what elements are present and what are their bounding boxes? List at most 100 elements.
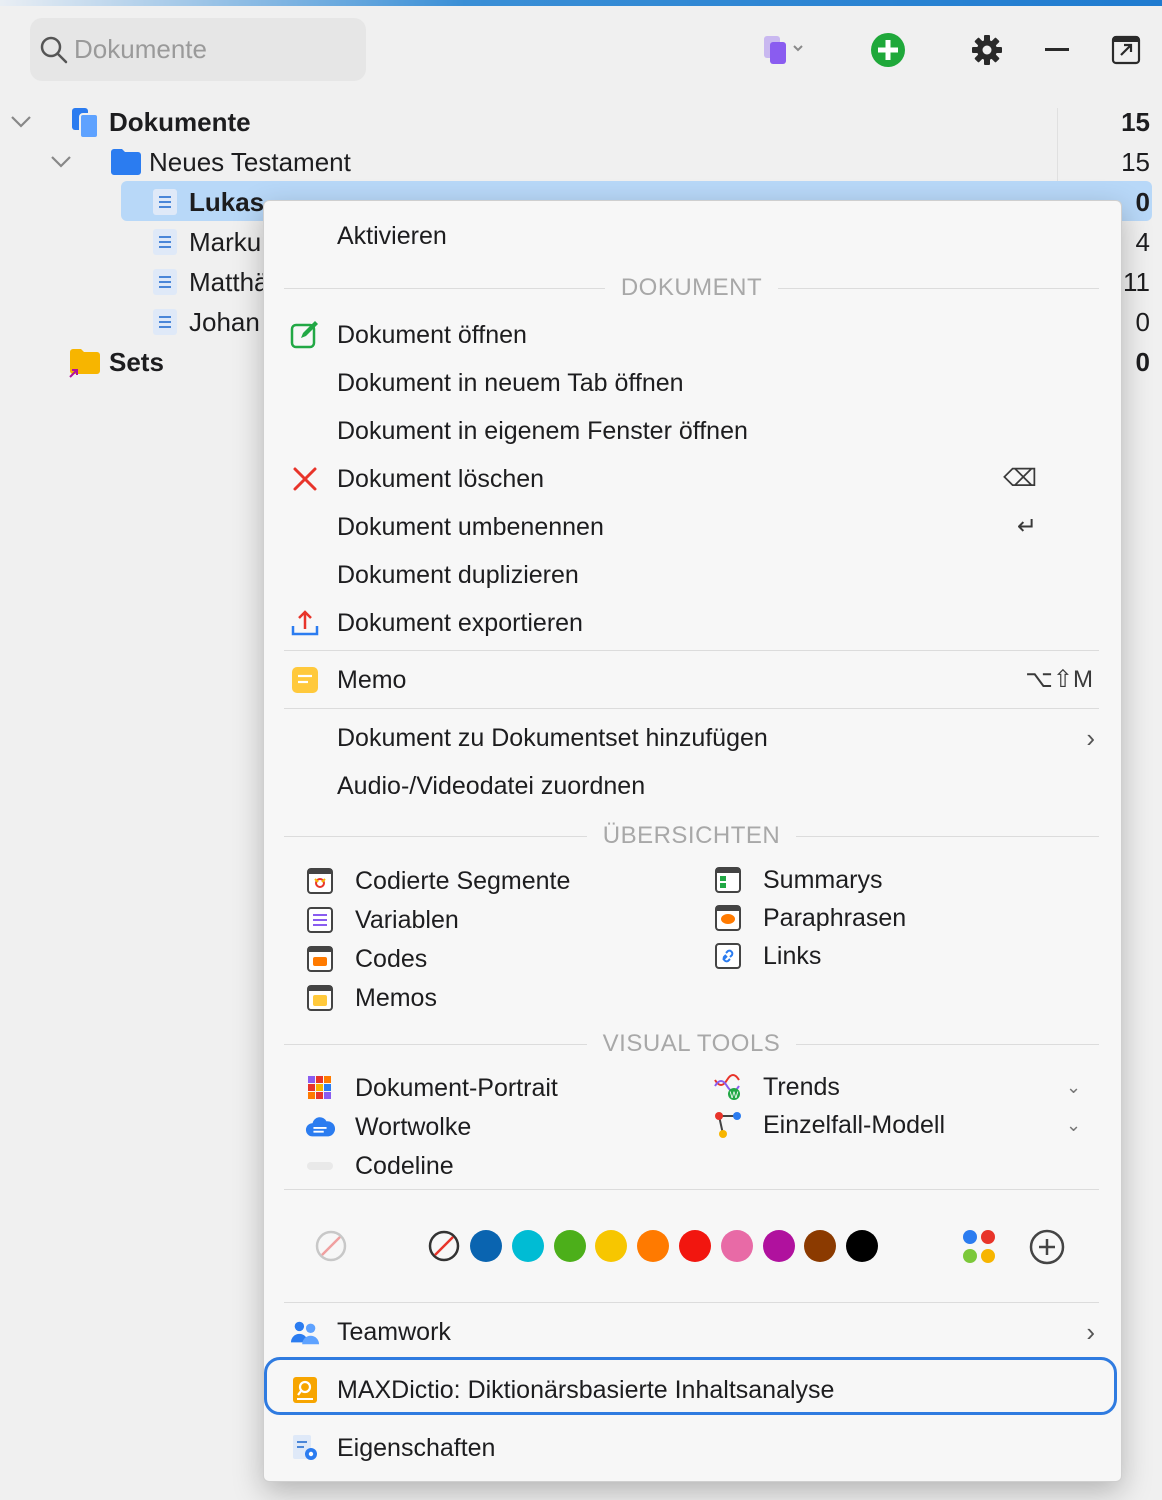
menu-item-label: Paraphrasen bbox=[763, 904, 907, 932]
menu-item-shortcut: ↵ bbox=[1016, 513, 1037, 540]
tree-root-count: 15 bbox=[1121, 107, 1150, 137]
chevron-down-icon[interactable]: ⌄ bbox=[1066, 1106, 1081, 1144]
remove-color-icon[interactable] bbox=[428, 1230, 460, 1262]
search-icon bbox=[40, 36, 68, 63]
color-palette-icon[interactable] bbox=[961, 1228, 999, 1266]
link-icon bbox=[713, 941, 743, 971]
memos-icon bbox=[305, 983, 335, 1013]
section-header-overviews: ÜBERSICHTEN bbox=[284, 821, 1099, 851]
menu-item-label: Dokument öffnen bbox=[337, 321, 527, 349]
menu-item-label: Teamwork bbox=[337, 1318, 451, 1346]
visual-trends[interactable]: W Trends ⌄ bbox=[713, 1068, 1093, 1106]
color-swatch[interactable] bbox=[846, 1230, 879, 1262]
open-window-button[interactable] bbox=[1106, 30, 1146, 70]
menu-item-label: Dokument-Portrait bbox=[355, 1074, 558, 1102]
overview-paraphrases[interactable]: Paraphrasen bbox=[713, 899, 1093, 937]
folder-icon bbox=[111, 149, 141, 175]
plus-circle-icon bbox=[871, 33, 905, 67]
coded-segments-icon bbox=[305, 866, 335, 896]
overview-summaries[interactable]: Summarys bbox=[713, 861, 1093, 899]
color-swatch[interactable] bbox=[595, 1230, 628, 1262]
single-case-model-icon bbox=[713, 1110, 743, 1140]
tree-document-label: Matthä bbox=[189, 267, 269, 297]
menu-separator bbox=[284, 1189, 1099, 1190]
color-swatch[interactable] bbox=[637, 1230, 670, 1262]
color-swatch[interactable] bbox=[762, 1230, 795, 1262]
document-icon bbox=[764, 36, 803, 64]
overview-coded-segments[interactable]: Codierte Segmente bbox=[305, 862, 685, 900]
menu-item-label: Audio-/Videodatei zuordnen bbox=[337, 772, 646, 800]
overview-memos[interactable]: Memos bbox=[305, 979, 685, 1017]
memo-icon bbox=[290, 665, 320, 695]
tree-document-count: 11 bbox=[1123, 267, 1150, 297]
close-icon bbox=[290, 464, 320, 494]
add-color-icon[interactable] bbox=[1028, 1228, 1066, 1266]
menu-item-delete-document[interactable]: Dokument löschen ⌫ bbox=[264, 456, 1121, 502]
color-swatch[interactable] bbox=[511, 1230, 544, 1262]
window-top-bar bbox=[0, 0, 1162, 6]
menu-item-memo[interactable]: Memo ⌥⇧M bbox=[264, 657, 1121, 703]
menu-item-label: Variablen bbox=[355, 906, 459, 934]
visual-single-case-model[interactable]: Einzelfall-Modell ⌄ bbox=[713, 1106, 1093, 1144]
menu-item-label: Codes bbox=[355, 945, 428, 973]
settings-button[interactable] bbox=[967, 30, 1007, 70]
overview-links[interactable]: Links bbox=[713, 937, 1093, 975]
menu-item-label: Dokument duplizieren bbox=[337, 561, 579, 589]
color-swatch[interactable] bbox=[720, 1230, 753, 1262]
no-color-icon[interactable] bbox=[315, 1230, 347, 1262]
chevron-down-icon[interactable] bbox=[10, 112, 32, 132]
search-field[interactable]: Dokumente bbox=[30, 18, 366, 81]
menu-item-add-to-set[interactable]: Dokument zu Dokumentset hinzufügen › bbox=[264, 715, 1121, 761]
tree-document-count: 0 bbox=[1135, 307, 1150, 337]
document-type-dropdown[interactable] bbox=[755, 30, 811, 70]
chevron-right-icon: › bbox=[1086, 723, 1095, 753]
menu-item-export-document[interactable]: Dokument exportieren bbox=[264, 600, 1121, 646]
text-document-icon bbox=[153, 269, 177, 295]
external-window-icon bbox=[1111, 35, 1141, 65]
menu-item-properties[interactable]: Eigenschaften bbox=[264, 1425, 1121, 1471]
overview-codes[interactable]: Codes bbox=[305, 940, 685, 978]
svg-text:W: W bbox=[730, 1090, 739, 1100]
tree-row-root[interactable]: Dokumente 15 bbox=[0, 102, 1162, 142]
document-portrait-icon bbox=[305, 1073, 335, 1103]
menu-item-label: MAXDictio: Diktionärsbasierte Inhaltsana… bbox=[337, 1376, 835, 1404]
chevron-down-icon[interactable] bbox=[50, 152, 72, 172]
add-document-button[interactable] bbox=[868, 30, 908, 70]
visual-word-cloud[interactable]: Wortwolke bbox=[305, 1108, 685, 1146]
menu-item-label: Dokument in neuem Tab öffnen bbox=[337, 369, 684, 397]
menu-item-shortcut: ⌥⇧M bbox=[1025, 666, 1093, 693]
tree-row-folder[interactable]: Neues Testament 15 bbox=[0, 142, 1162, 182]
color-swatch[interactable] bbox=[553, 1230, 586, 1262]
maxdictio-icon bbox=[290, 1375, 320, 1405]
menu-item-activate[interactable]: Aktivieren bbox=[264, 213, 1121, 259]
color-swatch[interactable] bbox=[679, 1230, 711, 1262]
menu-item-rename-document[interactable]: Dokument umbenennen ↵ bbox=[264, 504, 1121, 550]
menu-item-assign-media[interactable]: Audio-/Videodatei zuordnen bbox=[264, 763, 1121, 809]
menu-item-label: Aktivieren bbox=[337, 222, 447, 250]
menu-item-label: Memo bbox=[337, 666, 407, 694]
menu-item-label: Codeline bbox=[355, 1152, 454, 1180]
tree-folder-count: 15 bbox=[1121, 147, 1150, 177]
menu-item-label: Trends bbox=[763, 1073, 840, 1101]
menu-item-teamwork[interactable]: Teamwork › bbox=[264, 1309, 1121, 1355]
menu-item-open-tab[interactable]: Dokument in neuem Tab öffnen bbox=[264, 360, 1121, 406]
menu-item-maxdictio[interactable]: MAXDictio: Diktionärsbasierte Inhaltsana… bbox=[264, 1367, 1121, 1413]
collapse-button[interactable] bbox=[1037, 30, 1077, 70]
color-swatch[interactable] bbox=[804, 1230, 837, 1262]
menu-item-label: Dokument zu Dokumentset hinzufügen bbox=[337, 724, 768, 752]
menu-item-open-window[interactable]: Dokument in eigenem Fenster öffnen bbox=[264, 408, 1121, 454]
edit-icon bbox=[290, 320, 320, 350]
cloud-icon bbox=[305, 1112, 335, 1142]
section-label: ÜBERSICHTEN bbox=[586, 821, 797, 851]
overview-variables[interactable]: Variablen bbox=[305, 901, 685, 939]
tree-root-label: Dokumente bbox=[109, 107, 251, 137]
chevron-down-icon[interactable]: ⌄ bbox=[1066, 1068, 1081, 1106]
menu-item-open-document[interactable]: Dokument öffnen bbox=[264, 312, 1121, 358]
menu-item-duplicate-document[interactable]: Dokument duplizieren bbox=[264, 552, 1121, 598]
visual-codeline[interactable]: Codeline bbox=[305, 1147, 685, 1185]
visual-document-portrait[interactable]: Dokument-Portrait bbox=[305, 1069, 685, 1107]
color-swatch[interactable] bbox=[470, 1230, 502, 1262]
section-header-document: DOKUMENT bbox=[284, 273, 1099, 303]
summaries-icon bbox=[713, 865, 743, 895]
menu-item-label: Summarys bbox=[763, 866, 883, 894]
